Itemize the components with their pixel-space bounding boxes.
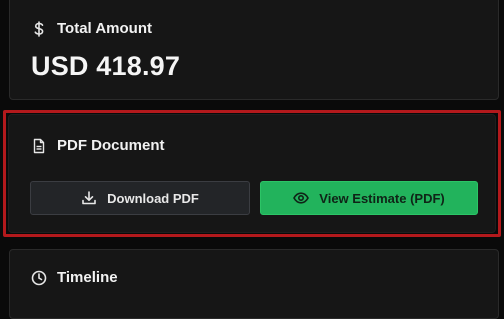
timeline-header: Timeline <box>31 269 118 286</box>
timeline-title: Timeline <box>57 269 118 286</box>
view-estimate-button[interactable]: View Estimate (PDF) <box>260 181 478 215</box>
total-amount-value: USD 418.97 <box>31 51 181 81</box>
dollar-icon <box>31 20 47 37</box>
timeline-card: Timeline <box>9 249 499 319</box>
view-estimate-label: View Estimate (PDF) <box>319 190 445 206</box>
clock-icon <box>31 270 47 286</box>
document-icon <box>31 138 47 154</box>
pdf-document-header: PDF Document <box>31 137 165 154</box>
pdf-document-card: PDF Document Download PDF View Estimate … <box>8 114 496 233</box>
total-amount-title: Total Amount <box>57 20 152 37</box>
pdf-document-title: PDF Document <box>57 137 165 154</box>
total-amount-header: Total Amount <box>31 20 152 37</box>
download-pdf-button[interactable]: Download PDF <box>30 181 250 215</box>
total-amount-card: Total Amount USD 418.97 <box>9 0 499 100</box>
eye-icon <box>293 190 310 206</box>
download-pdf-label: Download PDF <box>107 190 199 206</box>
download-icon <box>81 190 97 206</box>
